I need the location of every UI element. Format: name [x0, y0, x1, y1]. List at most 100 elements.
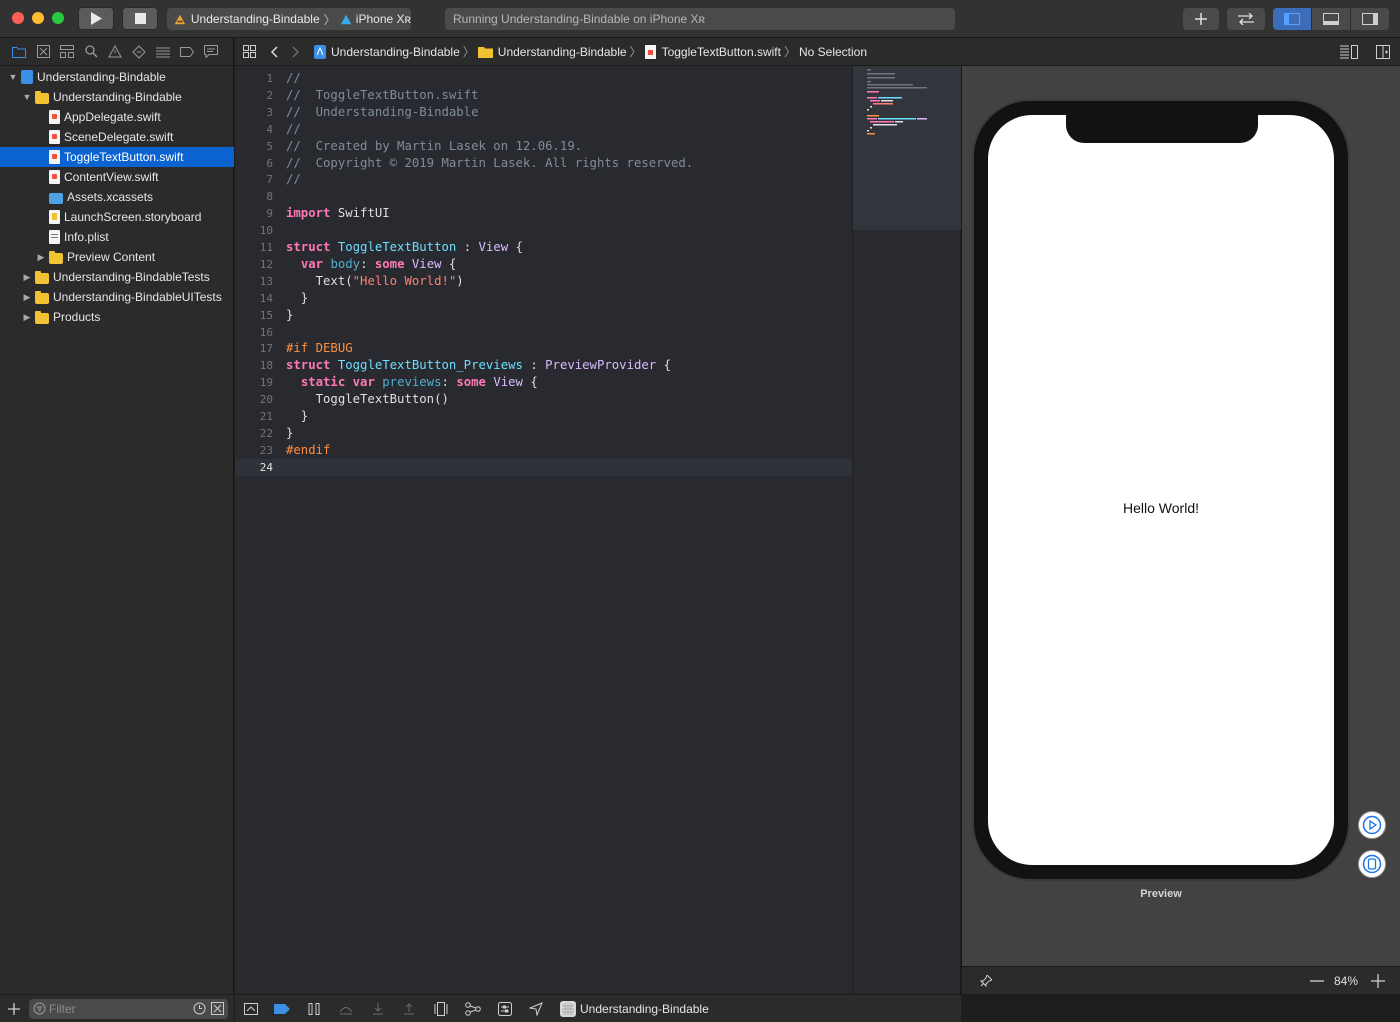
hide-debug-area-icon[interactable] [243, 1002, 259, 1016]
toggle-inspector-button[interactable] [1350, 8, 1389, 30]
code-line[interactable]: 19 static var previews: some View { [235, 374, 852, 391]
test-navigator-tab-icon[interactable] [132, 44, 146, 59]
code-line[interactable]: 15} [235, 307, 852, 324]
environment-overrides-icon[interactable] [497, 1002, 513, 1016]
breakpoint-navigator-tab-icon[interactable] [180, 45, 194, 59]
code-line[interactable]: 12 var body: some View { [235, 256, 852, 273]
close-window-button[interactable] [12, 12, 24, 24]
code-line[interactable]: 9 import SwiftUI [235, 205, 852, 222]
navigator-item[interactable]: ▶ Understanding-BindableTests [0, 267, 234, 287]
code-line[interactable]: 14 } [235, 290, 852, 307]
code-text: Text("Hello World!") [286, 273, 464, 288]
source-control-navigator-tab-icon[interactable] [36, 45, 50, 59]
jumpbar-file[interactable]: ToggleTextButton.swift [662, 45, 781, 59]
navigator-item[interactable]: ▶ Understanding-BindableUITests [0, 287, 234, 307]
step-over-icon[interactable] [338, 1002, 354, 1016]
stop-button[interactable] [122, 7, 158, 30]
jumpbar-project[interactable]: Understanding-Bindable [331, 45, 460, 59]
code-line[interactable]: 21 } [235, 408, 852, 425]
navigator-item[interactable]: Assets.xcassets [0, 187, 234, 207]
issue-navigator-tab-icon[interactable] [108, 45, 122, 59]
minimap[interactable] [852, 66, 961, 994]
code-line[interactable]: 5 // Created by Martin Lasek on 12.06.19. [235, 138, 852, 155]
source-editor[interactable]: 1 // 2 // ToggleTextButton.swift 3 // Underst… [235, 66, 852, 994]
live-preview-button[interactable] [1358, 811, 1386, 839]
source-control-filter-icon[interactable] [211, 1002, 224, 1015]
navigator-filter-field[interactable]: Filter [29, 999, 228, 1019]
memory-graph-icon[interactable] [465, 1002, 481, 1016]
code-line[interactable]: 8 [235, 188, 852, 205]
navigator-item-label: Preview Content [67, 250, 156, 264]
disclosure-collapsed-icon[interactable]: ▶ [22, 292, 32, 302]
code-line[interactable]: 1 // [235, 70, 852, 87]
project-navigator-tab-icon[interactable] [12, 45, 26, 59]
disclosure-expanded-icon[interactable]: ▼ [22, 92, 32, 102]
scheme-selector[interactable]: Understanding-Bindable 〉 iPhone Xʀ [167, 8, 411, 30]
related-items-icon[interactable] [243, 45, 256, 58]
navigator-item[interactable]: AppDelegate.swift [0, 107, 234, 127]
debug-navigator-tab-icon[interactable] [156, 45, 170, 59]
project-navigator: ▼ Understanding-Bindable ▼ Understanding-Bi… [0, 38, 234, 1022]
navigator-item[interactable]: LaunchScreen.storyboard [0, 207, 234, 227]
add-file-icon[interactable] [8, 1003, 20, 1015]
jumpbar-group[interactable]: Understanding-Bindable [498, 45, 627, 59]
zoom-level[interactable]: 84% [1334, 974, 1358, 988]
code-line[interactable]: 13 Text("Hello World!") [235, 273, 852, 290]
report-navigator-tab-icon[interactable] [204, 45, 218, 59]
navigator-item[interactable]: ContentView.swift [0, 167, 234, 187]
disclosure-expanded-icon[interactable]: ▼ [8, 72, 18, 82]
simulate-location-icon[interactable] [528, 1002, 544, 1016]
minimize-window-button[interactable] [32, 12, 44, 24]
code-line[interactable]: 23 #endif [235, 442, 852, 459]
zoom-in-icon[interactable] [1371, 974, 1385, 988]
symbol-navigator-tab-icon[interactable] [60, 45, 74, 59]
code-line[interactable]: 2 // ToggleTextButton.swift [235, 87, 852, 104]
library-button[interactable] [1183, 8, 1219, 30]
code-line[interactable]: 3 // Understanding-Bindable [235, 104, 852, 121]
back-arrow-icon[interactable] [270, 45, 278, 58]
plist-icon [49, 230, 60, 244]
disclosure-collapsed-icon[interactable]: ▶ [36, 252, 46, 262]
code-line[interactable]: 10 [235, 222, 852, 239]
pause-icon[interactable] [306, 1002, 322, 1016]
toggle-navigator-button[interactable] [1273, 8, 1311, 30]
code-line[interactable]: 20 ToggleTextButton() [235, 391, 852, 408]
code-line[interactable]: 4 // [235, 121, 852, 138]
zoom-window-button[interactable] [52, 12, 64, 24]
navigator-item[interactable]: ▼ Understanding-Bindable [0, 67, 234, 87]
device-screen[interactable]: Hello World! [988, 115, 1334, 865]
preview-on-device-button[interactable] [1358, 850, 1386, 878]
recent-files-icon[interactable] [193, 1002, 206, 1015]
disclosure-collapsed-icon[interactable]: ▶ [22, 272, 32, 282]
navigator-item[interactable]: ToggleTextButton.swift [0, 147, 234, 167]
navigator-item[interactable]: ▼ Understanding-Bindable [0, 87, 234, 107]
pin-icon[interactable] [980, 975, 992, 987]
navigator-item[interactable]: ▶ Products [0, 307, 234, 327]
breakpoints-toggle-icon[interactable] [274, 1002, 290, 1016]
code-line[interactable]: 7 // [235, 171, 852, 188]
disclosure-collapsed-icon[interactable]: ▶ [22, 312, 32, 322]
code-line[interactable]: 6 // Copyright © 2019 Martin Lasek. All r… [235, 155, 852, 172]
navigator-item[interactable]: SceneDelegate.swift [0, 127, 234, 147]
toggle-debug-area-button[interactable] [1311, 8, 1350, 30]
code-line[interactable]: 17 #if DEBUG [235, 340, 852, 357]
zoom-out-icon[interactable] [1310, 980, 1324, 982]
debug-target[interactable]: Understanding-Bindable [560, 1001, 709, 1017]
jumpbar-selection[interactable]: No Selection [799, 45, 867, 59]
code-line[interactable]: 22} [235, 425, 852, 442]
view-hierarchy-icon[interactable] [433, 1002, 449, 1016]
code-line[interactable]: 24 [235, 458, 852, 476]
forward-arrow-icon[interactable] [292, 45, 300, 58]
run-button[interactable] [78, 7, 114, 30]
code-review-button[interactable] [1227, 8, 1265, 30]
navigator-item[interactable]: ▶ Preview Content [0, 247, 234, 267]
find-navigator-tab-icon[interactable] [84, 45, 98, 59]
code-line[interactable]: 18 struct ToggleTextButton_Previews : Pre… [235, 357, 852, 374]
step-into-icon[interactable] [370, 1002, 386, 1016]
editor-options-icon[interactable] [1340, 45, 1358, 59]
code-line[interactable]: 11 struct ToggleTextButton : View { [235, 239, 852, 256]
navigator-item[interactable]: Info.plist [0, 227, 234, 247]
code-line[interactable]: 16 [235, 324, 852, 341]
add-editor-icon[interactable] [1376, 45, 1390, 59]
step-out-icon[interactable] [401, 1002, 417, 1016]
